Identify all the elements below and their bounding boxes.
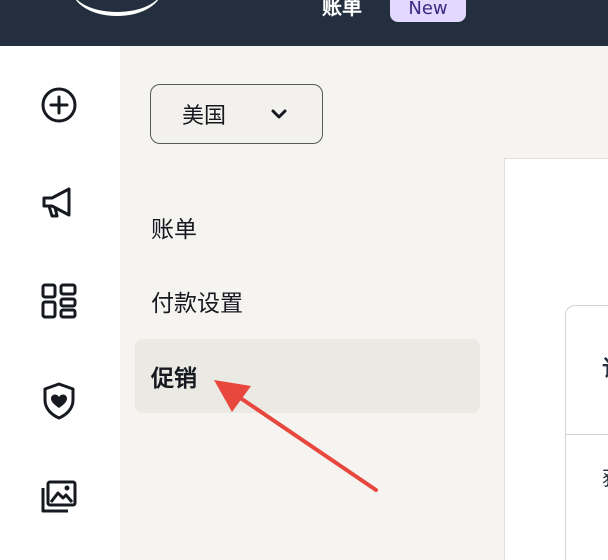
sidebar-item-billing[interactable]: 账单 — [135, 190, 480, 264]
card-divider — [566, 434, 608, 435]
sidebar-item-promotions[interactable]: 促销 — [135, 339, 480, 413]
sidebar-item-payment-settings[interactable]: 付款设置 — [135, 264, 480, 338]
megaphone-icon[interactable] — [38, 182, 80, 224]
region-select[interactable]: 美国 — [150, 84, 323, 144]
region-select-value: 美国 — [182, 104, 227, 129]
sidebar-item-label: 促销 — [151, 366, 197, 392]
card-body-text: 获 應 — [602, 466, 608, 490]
sidebar-item-label: 账单 — [151, 217, 197, 243]
image-icon[interactable] — [38, 476, 80, 518]
chevron-down-icon — [268, 103, 290, 125]
billing-sidebar: 美国 账单 付款设置 促销 — [120, 46, 504, 560]
icon-rail — [0, 46, 120, 560]
card-title: 订 — [602, 351, 608, 383]
nav-title-billing[interactable]: 账单 — [322, 0, 362, 20]
brand-logo[interactable] — [72, 0, 162, 16]
new-badge: New — [390, 0, 466, 22]
top-navigation-bar: 账单 New — [0, 0, 608, 46]
plus-circle-icon[interactable] — [38, 84, 80, 126]
main-content: 订 获 應 — [504, 46, 608, 560]
promotion-card: 订 获 應 — [565, 305, 608, 560]
grid-icon[interactable] — [38, 280, 80, 322]
sidebar-item-label: 付款设置 — [151, 291, 243, 317]
content-panel: 订 获 應 — [504, 158, 608, 560]
shield-heart-icon[interactable] — [38, 380, 80, 422]
